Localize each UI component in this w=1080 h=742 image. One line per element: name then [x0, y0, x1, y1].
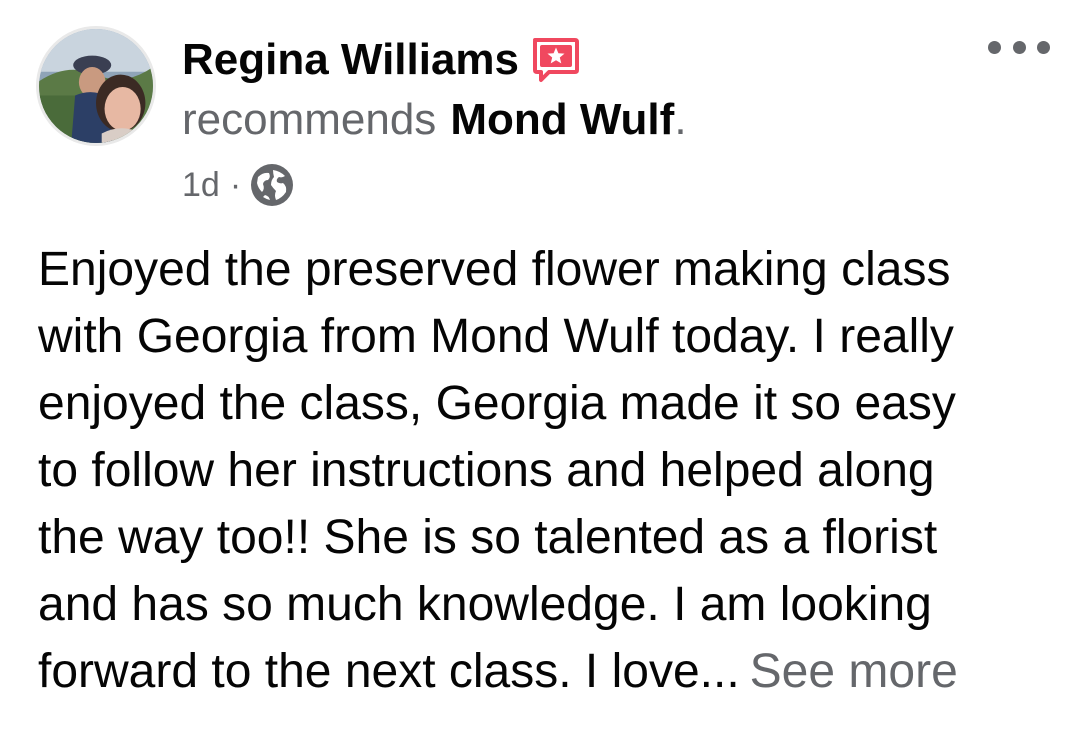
more-dot	[1037, 40, 1050, 54]
post-timestamp[interactable]: 1d	[182, 166, 220, 205]
recommends-verb: recommends	[182, 95, 437, 144]
globe-icon[interactable]	[249, 162, 295, 208]
see-more-link[interactable]: See more	[750, 645, 958, 698]
post-text: Enjoyed the preserved flower making clas…	[38, 236, 1058, 705]
post-text-line: with Georgia from Mond Wulf today. I rea…	[38, 310, 954, 363]
post-text-line: enjoyed the class, Georgia made it so ea…	[38, 377, 956, 430]
post-text-line: to follow her instructions and helped al…	[38, 444, 935, 497]
sentence-period: .	[674, 95, 687, 144]
post-text-line: Enjoyed the preserved flower making clas…	[38, 243, 951, 296]
author-line: Regina Williams	[182, 30, 581, 90]
meta-separator: ·	[229, 165, 242, 204]
recommendation-line: recommends Mond Wulf .	[182, 92, 687, 148]
author-name[interactable]: Regina Williams	[182, 35, 519, 85]
post-text-last-line: forward to the next class. I love... See …	[38, 638, 1058, 705]
more-dot	[1012, 40, 1026, 54]
post-text-line: the way too!! She is so talented as a fl…	[38, 511, 938, 564]
author-avatar[interactable]	[36, 26, 156, 146]
more-dot	[988, 40, 1001, 54]
post-text-line-content: forward to the next class. I love...	[38, 645, 740, 698]
post-text-line: and has so much knowledge. I am looking	[38, 578, 932, 631]
recommended-page-link[interactable]: Mond Wulf	[450, 95, 674, 145]
post-meta: 1d ·	[182, 162, 295, 208]
recommendation-star-icon	[529, 34, 581, 86]
more-options-icon[interactable]	[988, 30, 1050, 64]
avatar-photo	[39, 29, 153, 143]
